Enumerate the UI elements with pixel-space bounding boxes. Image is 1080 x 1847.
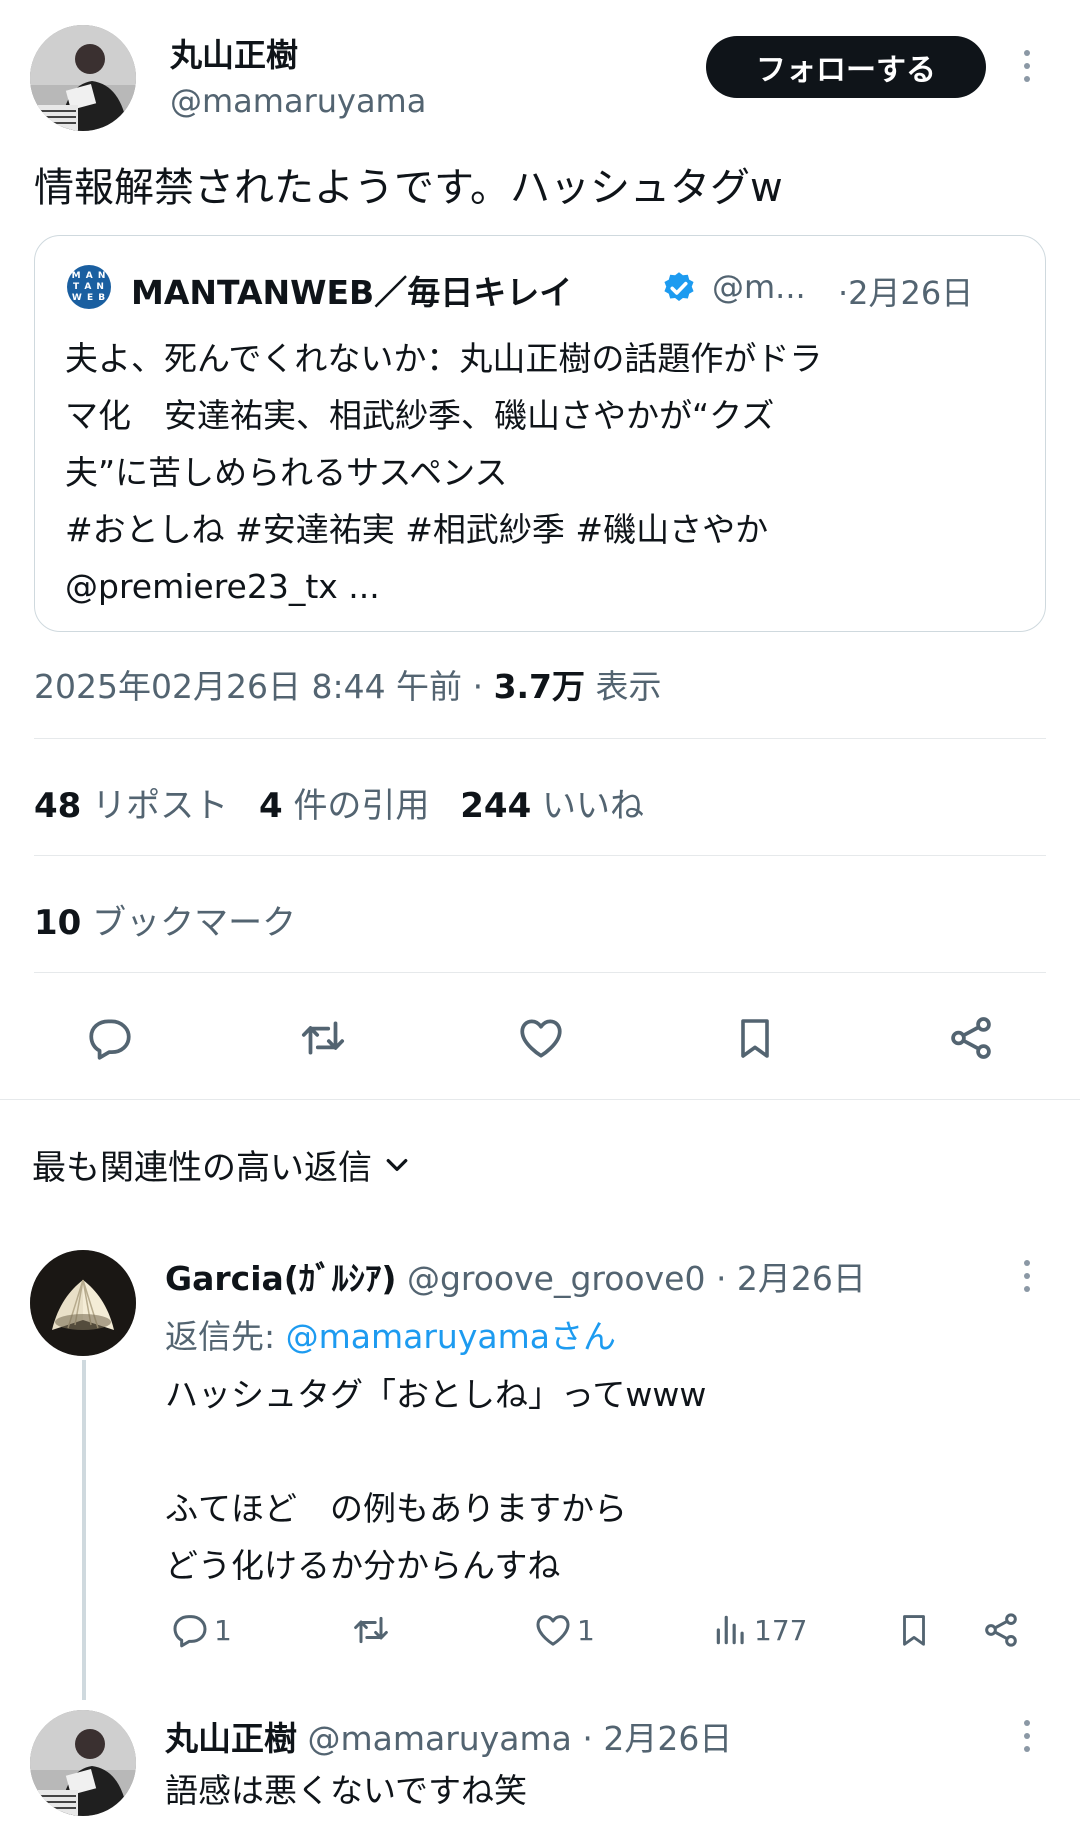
divider [34, 855, 1046, 856]
reply-text-line: ふてほど の例もありますから [165, 1489, 627, 1528]
reply-avatar-image [30, 1250, 136, 1356]
author-avatar-image [30, 25, 136, 131]
reply-text: ハッシュタグ「おとしね」ってwww ふてほど の例もありますから どう化けるか分… [165, 1366, 706, 1594]
likes-label: いいね [542, 786, 645, 826]
author-avatar[interactable] [30, 25, 136, 131]
reply-to-prefix: 返信先: [165, 1317, 286, 1356]
reply-count: 1 [214, 1613, 232, 1647]
reply-to-handle[interactable]: @mamaruyamaさん [286, 1317, 616, 1356]
likes-count: 244 [460, 786, 532, 826]
reply-author-name[interactable]: Garcia(ｶﾞﾙｼｱ) [165, 1259, 396, 1298]
quote-text-line: マ化 安達祐実、相武紗季、磯山さやかが“クズ [65, 396, 775, 435]
bookmarks-count: 10 [34, 903, 82, 943]
reply-date[interactable]: · 2月26日 [716, 1259, 866, 1298]
follow-button[interactable]: フォローする [706, 36, 986, 98]
quotes-stat[interactable]: 4 件の引用 [259, 786, 429, 826]
reply-more-options-icon[interactable] [1023, 1720, 1031, 1756]
reply-text-line [165, 1423, 706, 1480]
quote-logo: M A NT A NW E B [67, 265, 111, 309]
reply-action-reply[interactable]: 1 [170, 1610, 232, 1650]
reply-text-line: 語感は悪くないですね笑 [165, 1771, 528, 1810]
repost-icon[interactable] [297, 1013, 349, 1063]
section-divider [0, 1099, 1080, 1100]
quote-text-line: 夫よ、死んでくれないか：丸山正樹の話題作がドラ [65, 339, 823, 378]
thread-line [82, 1360, 86, 1700]
likes-stat[interactable]: 244 いいね [460, 786, 644, 826]
chevron-down-icon [382, 1150, 412, 1180]
repost-icon[interactable] [350, 1610, 392, 1650]
reply-to: 返信先: @mamaruyamaさん [165, 1310, 616, 1358]
quote-text: 夫よ、死んでくれないか：丸山正樹の話題作がドラ マ化 安達祐実、相武紗季、磯山さ… [65, 330, 822, 615]
tweet-date[interactable]: 2025年02月26日 8:44 午前 [34, 667, 462, 706]
follow-button-label: フォローする [756, 53, 936, 88]
replies-sort-dropdown[interactable]: 最も関連性の高い返信 [32, 1140, 412, 1189]
divider [34, 972, 1046, 973]
reply-icon [170, 1610, 210, 1650]
quotes-label: 件の引用 [293, 786, 430, 826]
meta-separator: · [472, 667, 484, 706]
author-name[interactable]: 丸山正樹 [170, 30, 298, 76]
bookmarks-stat[interactable]: 10 ブックマーク [34, 895, 296, 944]
reply-text: 語感は悪くないですね笑 [165, 1762, 527, 1819]
view-count: 177 [754, 1613, 808, 1647]
reply-action-like[interactable]: 1 [533, 1610, 595, 1650]
tweet-text: 情報解禁されたようです。ハッシュタグw [34, 165, 783, 211]
views-count: 3.7万 [493, 667, 586, 706]
tweet-meta: 2025年02月26日 8:44 午前 · 3.7万 表示 [34, 660, 662, 708]
reposts-stat[interactable]: 48 リポスト [34, 786, 228, 826]
reply-author-handle[interactable]: @mamaruyama [308, 1719, 572, 1758]
reply-icon[interactable] [85, 1013, 135, 1063]
bookmark-icon[interactable] [895, 1610, 933, 1650]
share-icon[interactable] [981, 1610, 1021, 1650]
like-icon[interactable] [515, 1013, 567, 1063]
quote-author-name[interactable]: MANTANWEB／毎日キレイ [131, 266, 572, 314]
analytics-icon [712, 1610, 750, 1650]
views-label: 表示 [595, 667, 662, 706]
quotes-count: 4 [258, 786, 283, 826]
reply-author-name[interactable]: 丸山正樹 [165, 1719, 297, 1758]
stats-row: 48 リポスト 4 件の引用 244 いいね [34, 778, 644, 827]
reply-avatar[interactable] [30, 1250, 136, 1356]
reply-action-views[interactable]: 177 [712, 1610, 807, 1650]
quote-text-line: #おとしね #安達祐実 #相武紗季 #磯山さやか [65, 510, 769, 549]
quote-date[interactable]: ·2月26日 [838, 268, 973, 314]
reply-author-handle[interactable]: @groove_groove0 [407, 1259, 706, 1298]
reply-avatar-image [30, 1710, 136, 1816]
share-icon[interactable] [946, 1013, 996, 1063]
like-count: 1 [577, 1613, 595, 1647]
bookmark-icon[interactable] [731, 1013, 779, 1063]
reply-text-line: ハッシュタグ「おとしね」ってwww [165, 1375, 707, 1414]
reply-header: Garcia(ｶﾞﾙｼｱ) @groove_groove0 · 2月26日 [165, 1252, 866, 1300]
quote-author-handle[interactable]: @m... [712, 268, 806, 306]
reply-avatar[interactable] [30, 1710, 136, 1816]
reply-date[interactable]: · 2月26日 [582, 1719, 732, 1758]
like-icon [533, 1610, 573, 1650]
quote-text-line: 夫”に苦しめられるサスペンス [65, 453, 508, 492]
more-options-icon[interactable] [1023, 50, 1031, 86]
divider [34, 738, 1046, 739]
replies-sort-label: 最も関連性の高い返信 [32, 1148, 372, 1188]
verified-badge-icon [661, 270, 697, 306]
reposts-count: 48 [34, 786, 82, 826]
reply-more-options-icon[interactable] [1023, 1260, 1031, 1296]
bookmarks-label: ブックマーク [92, 903, 297, 943]
quote-text-line: @premiere23_tx ... [65, 567, 380, 606]
reply-header: 丸山正樹 @mamaruyama · 2月26日 [165, 1712, 732, 1760]
reposts-label: リポスト [92, 786, 229, 826]
reply-text-line: どう化けるか分からんすね [165, 1546, 561, 1585]
author-handle[interactable]: @mamaruyama [170, 82, 426, 120]
